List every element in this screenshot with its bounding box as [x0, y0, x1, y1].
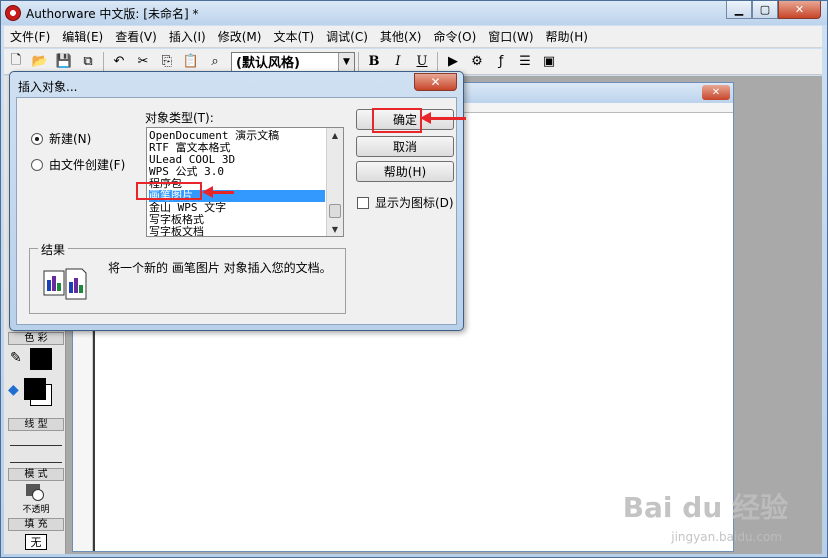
- menu-window[interactable]: 窗口(W): [482, 28, 539, 45]
- bold-button[interactable]: B: [363, 51, 385, 73]
- minimize-button[interactable]: ▁: [726, 1, 752, 19]
- chevron-down-icon[interactable]: ▼: [338, 52, 354, 71]
- menu-bar: 文件(F) 编辑(E) 查看(V) 插入(I) 修改(M) 文本(T) 调试(C…: [4, 26, 822, 48]
- list-scrollbar[interactable]: ▲ ▼: [326, 128, 343, 236]
- annotation-box-selection: [136, 182, 202, 200]
- annotation-box-ok: [372, 108, 422, 133]
- list-item[interactable]: RTF 富文本格式: [149, 142, 325, 154]
- italic-button[interactable]: I: [387, 51, 409, 73]
- watermark-url: jingyan.baidu.com: [671, 530, 782, 544]
- variable-icon[interactable]: ☰: [514, 51, 536, 73]
- knowledge-object-icon[interactable]: ▣: [538, 51, 560, 73]
- mode-value: 不透明: [22, 505, 50, 515]
- maximize-button[interactable]: ▢: [752, 1, 778, 19]
- menu-modify[interactable]: 修改(M): [212, 28, 268, 45]
- display-as-icon-option[interactable]: 显示为图标(D): [357, 194, 454, 211]
- style-combo-value: (默认风格): [236, 56, 300, 71]
- run-icon[interactable]: ▶: [442, 51, 464, 73]
- import-icon[interactable]: ⧉: [77, 51, 99, 73]
- dialog-close-button[interactable]: ✕: [414, 73, 457, 91]
- display-as-icon-label: 显示为图标(D): [375, 196, 454, 210]
- object-type-label: 对象类型(T):: [145, 111, 214, 125]
- style-combo[interactable]: (默认风格) ▼: [231, 51, 355, 72]
- object-insert-icon: [43, 268, 87, 300]
- radio-create-new[interactable]: 新建(N): [31, 130, 91, 147]
- toolbar-separator: [358, 51, 359, 72]
- radio-create-new-label: 新建(N): [49, 132, 92, 146]
- radio-from-file[interactable]: 由文件创建(F): [31, 156, 125, 173]
- radio-from-file-label: 由文件创建(F): [49, 158, 126, 172]
- menu-help[interactable]: 帮助(H): [540, 28, 594, 45]
- list-item[interactable]: 写字板格式: [149, 214, 325, 226]
- pencil-icon: ✎: [10, 350, 22, 366]
- fill-section: 填 充 无: [8, 518, 64, 550]
- fill-label: 填 充: [8, 518, 64, 531]
- function-icon[interactable]: ƒ: [490, 51, 512, 73]
- scroll-down-icon[interactable]: ▼: [327, 222, 343, 236]
- mode-selector[interactable]: 不透明: [8, 481, 64, 515]
- watermark: Bai du 经验: [622, 491, 788, 524]
- line-color-swatch[interactable]: [30, 348, 52, 370]
- toolbar-separator: [437, 51, 438, 72]
- menu-other[interactable]: 其他(X): [374, 28, 428, 45]
- control-panel-icon[interactable]: ⚙: [466, 51, 488, 73]
- undo-icon[interactable]: ↶: [108, 51, 130, 73]
- fill-color-row[interactable]: ◆: [8, 376, 64, 406]
- menu-file[interactable]: 文件(F): [4, 28, 56, 45]
- color-label: 色 彩: [8, 332, 64, 345]
- list-item[interactable]: 写字板文档: [149, 226, 325, 236]
- save-icon[interactable]: 💾: [53, 51, 75, 73]
- find-icon[interactable]: ⌕: [204, 51, 226, 73]
- list-item[interactable]: OpenDocument 演示文稿: [149, 130, 325, 142]
- result-label: 结果: [38, 241, 69, 258]
- copy-icon[interactable]: ⎘: [156, 51, 178, 73]
- paste-icon[interactable]: 📋: [180, 51, 202, 73]
- list-item[interactable]: WPS 公式 3.0: [149, 166, 325, 178]
- line-style-section: 线 型: [8, 418, 64, 463]
- menu-edit[interactable]: 编辑(E): [56, 28, 109, 45]
- underline-button[interactable]: U: [411, 51, 433, 73]
- window-controls: ▁ ▢ ✕: [726, 1, 821, 19]
- close-button[interactable]: ✕: [778, 1, 821, 19]
- foreground-color-swatch[interactable]: [24, 378, 46, 400]
- open-folder-icon[interactable]: 📂: [29, 51, 51, 73]
- menu-command[interactable]: 命令(O): [427, 28, 482, 45]
- new-file-icon[interactable]: 🗋: [5, 51, 27, 73]
- document-close-button[interactable]: ✕: [702, 85, 730, 100]
- line-style-label: 线 型: [8, 418, 64, 431]
- list-item[interactable]: 金山 WPS 文字: [149, 202, 325, 214]
- dialog-title: 插入对象...: [18, 80, 78, 94]
- radio-from-file-indicator[interactable]: [31, 158, 43, 171]
- cancel-button[interactable]: 取消: [356, 136, 454, 157]
- menu-view[interactable]: 查看(V): [109, 28, 163, 45]
- color-section: 色 彩 ✎ ◆: [8, 332, 64, 406]
- scroll-up-icon[interactable]: ▲: [327, 128, 343, 142]
- result-group: 结果 将一个新的 画笔图片 对象插入您的文档。: [29, 241, 346, 314]
- menu-text[interactable]: 文本(T): [267, 28, 320, 45]
- help-button[interactable]: 帮助(H): [356, 161, 454, 182]
- scroll-thumb[interactable]: [329, 204, 341, 218]
- app-logo-icon: [5, 5, 21, 21]
- mode-circle-icon: [32, 489, 44, 501]
- result-description: 将一个新的 画笔图片 对象插入您的文档。: [108, 261, 332, 275]
- mode-section: 模 式 不透明: [8, 468, 64, 515]
- window-title: Authorware 中文版: [未命名] *: [26, 6, 199, 21]
- fill-value[interactable]: 无: [25, 534, 47, 550]
- annotation-arrow-selection: [202, 186, 234, 198]
- annotation-arrow-ok: [420, 112, 466, 124]
- cut-icon[interactable]: ✂: [132, 51, 154, 73]
- menu-insert[interactable]: 插入(I): [163, 28, 212, 45]
- radio-create-new-indicator[interactable]: [31, 132, 43, 145]
- line-color-row[interactable]: ✎: [8, 348, 64, 370]
- thin-line-option-2[interactable]: [10, 462, 62, 463]
- paint-bucket-icon: ◆: [8, 382, 19, 398]
- title-bar: Authorware 中文版: [未命名] * ▁ ▢ ✕: [1, 1, 827, 25]
- display-as-icon-checkbox[interactable]: [357, 196, 369, 209]
- mode-label: 模 式: [8, 468, 64, 481]
- toolbar-separator: [103, 51, 104, 72]
- thin-line-option[interactable]: [10, 445, 62, 446]
- list-item[interactable]: ULead COOL 3D: [149, 154, 325, 166]
- menu-debug[interactable]: 调试(C): [320, 28, 374, 45]
